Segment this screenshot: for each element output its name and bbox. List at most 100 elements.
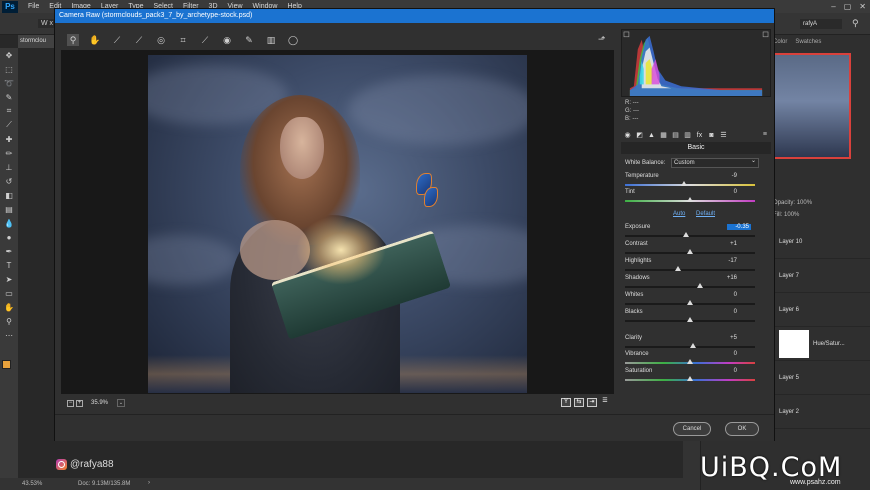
slider-track[interactable] [625, 269, 755, 271]
white-balance-select[interactable]: Custom [671, 157, 759, 168]
slider-thumb[interactable] [675, 266, 682, 271]
zoom-tool-icon[interactable]: ⚲ [67, 34, 79, 46]
presets-tab-icon[interactable]: ☰ [719, 131, 728, 140]
fullscreen-toggle-icon[interactable]: ⬏ [598, 34, 606, 45]
red-eye-tool-icon[interactable]: ◉ [221, 34, 233, 46]
opacity-value[interactable]: 100% [797, 200, 812, 206]
split-toning-tab-icon[interactable]: ▤ [671, 131, 680, 140]
zoom-out-icon[interactable]: − [67, 400, 74, 407]
slider-thumb[interactable] [687, 376, 693, 381]
menu-file[interactable]: File [28, 3, 39, 10]
type-tool-icon[interactable]: T [0, 258, 18, 272]
layer-row[interactable]: Layer 2 [773, 395, 870, 429]
graduated-filter-icon[interactable]: ▥ [265, 34, 277, 46]
slider-whites[interactable]: Whites 0 [625, 292, 765, 310]
zoom-level[interactable]: 35.9% [91, 400, 108, 406]
slider-vibrance[interactable]: Vibrance 0 [625, 351, 765, 369]
slider-track[interactable] [625, 184, 755, 186]
slider-track[interactable] [625, 235, 755, 237]
layer-row[interactable]: Hue/Satur... [773, 327, 870, 361]
dodge-tool-icon[interactable]: ● [0, 230, 18, 244]
path-select-tool-icon[interactable]: ➤ [0, 272, 18, 286]
image-preview[interactable] [61, 50, 614, 394]
slider-thumb[interactable] [697, 283, 704, 288]
slider-value[interactable]: -17 [707, 258, 737, 264]
slider-thumb[interactable] [683, 232, 690, 237]
minimize-icon[interactable]: – [831, 2, 835, 11]
zoom-tool-icon[interactable]: ⚲ [0, 314, 18, 328]
slider-contrast[interactable]: Contrast +1 [625, 241, 765, 259]
cancel-button[interactable]: Cancel [673, 422, 711, 436]
slider-value[interactable]: +16 [707, 275, 737, 281]
slider-shadows[interactable]: Shadows +16 [625, 275, 765, 293]
ok-button[interactable]: OK [725, 422, 759, 436]
blur-tool-icon[interactable]: 💧 [0, 216, 18, 230]
shape-tool-icon[interactable]: ▭ [0, 286, 18, 300]
targeted-adjustment-icon[interactable]: ◎ [155, 34, 167, 46]
layer-row[interactable]: Layer 7 [773, 259, 870, 293]
slider-value[interactable]: 0 [707, 189, 737, 195]
close-icon[interactable]: ✕ [859, 2, 866, 11]
move-tool-icon[interactable]: ✥ [0, 48, 18, 62]
slider-value[interactable]: +1 [707, 241, 737, 247]
slider-track[interactable] [625, 286, 755, 288]
lasso-tool-icon[interactable]: ➰ [0, 76, 18, 90]
slider-value[interactable]: -9 [707, 173, 737, 179]
slider-saturation[interactable]: Saturation 0 [625, 368, 765, 386]
pen-tool-icon[interactable]: ✒ [0, 244, 18, 258]
zoom-in-icon[interactable]: + [76, 400, 83, 407]
slider-highlights[interactable]: Highlights -17 [625, 258, 765, 276]
straighten-tool-icon[interactable]: ⟋ [199, 34, 211, 46]
slider-tint[interactable]: Tint 0 [625, 189, 765, 207]
color-sampler-tool-icon[interactable]: ⟋ [133, 34, 145, 46]
hsl-tab-icon[interactable]: ▦ [659, 131, 668, 140]
restore-icon[interactable]: ▢ [844, 2, 852, 11]
slider-thumb[interactable] [687, 197, 693, 202]
workspace-selector[interactable]: rafyA [800, 19, 842, 29]
slider-thumb[interactable] [680, 181, 687, 186]
layer-row[interactable]: Layer 6 [773, 293, 870, 327]
brush-tool-icon[interactable]: ✏ [0, 146, 18, 160]
tab-color[interactable]: Color [773, 39, 787, 45]
slider-thumb[interactable] [689, 343, 696, 348]
slider-value[interactable]: 0 [707, 368, 737, 374]
copy-settings-icon[interactable]: ⇥ [587, 398, 597, 407]
status-zoom[interactable]: 43.53% [22, 481, 42, 487]
slider-thumb[interactable] [687, 249, 693, 254]
slider-thumb[interactable] [687, 300, 693, 305]
swap-settings-icon[interactable]: ⇆ [574, 398, 584, 407]
search-icon[interactable]: ⚲ [852, 18, 859, 29]
layer-row[interactable]: Layer 10 [773, 225, 870, 259]
crop-tool-icon[interactable]: ⌗ [177, 34, 189, 46]
foreground-color-swatch[interactable] [2, 360, 11, 369]
document-tab[interactable]: stormclou [18, 35, 58, 48]
adjustment-brush-icon[interactable]: ✎ [243, 34, 255, 46]
gradient-tool-icon[interactable]: ▤ [0, 202, 18, 216]
eraser-tool-icon[interactable]: ◧ [0, 188, 18, 202]
tone-curve-tab-icon[interactable]: ◩ [635, 131, 644, 140]
auto-link[interactable]: Auto [673, 211, 685, 217]
hand-tool-icon[interactable]: ✋ [0, 300, 18, 314]
crop-tool-icon[interactable]: ⌗ [0, 104, 18, 118]
fx-tab-icon[interactable]: fx [695, 131, 704, 140]
slider-value[interactable]: 0 [707, 292, 737, 298]
slider-value[interactable]: 0 [707, 309, 737, 315]
slider-exposure[interactable]: Exposure -0.35 [625, 224, 765, 242]
slider-thumb[interactable] [687, 359, 693, 364]
marquee-tool-icon[interactable]: ⬚ [0, 62, 18, 76]
more-tools-icon[interactable]: ⋯ [0, 328, 18, 342]
chevron-down-icon[interactable]: ⌄ [117, 399, 125, 407]
tab-swatches[interactable]: Swatches [795, 39, 821, 45]
before-after-toggle-icon[interactable]: Y [561, 398, 571, 407]
default-link[interactable]: Default [696, 211, 715, 217]
eyedropper-tool-icon[interactable]: ⟋ [0, 118, 18, 132]
hand-tool-icon[interactable]: ✋ [89, 34, 101, 46]
navigator-thumbnail[interactable] [773, 53, 851, 159]
quick-select-tool-icon[interactable]: ✎ [0, 90, 18, 104]
camera-calibration-tab-icon[interactable]: ◙ [707, 131, 716, 140]
slider-value[interactable]: -0.35 [727, 224, 751, 230]
layer-mask-thumbnail[interactable] [779, 329, 809, 358]
panel-menu-icon[interactable]: ≡ [763, 131, 767, 138]
slider-value[interactable]: +5 [707, 335, 737, 341]
slider-thumb[interactable] [687, 317, 693, 322]
